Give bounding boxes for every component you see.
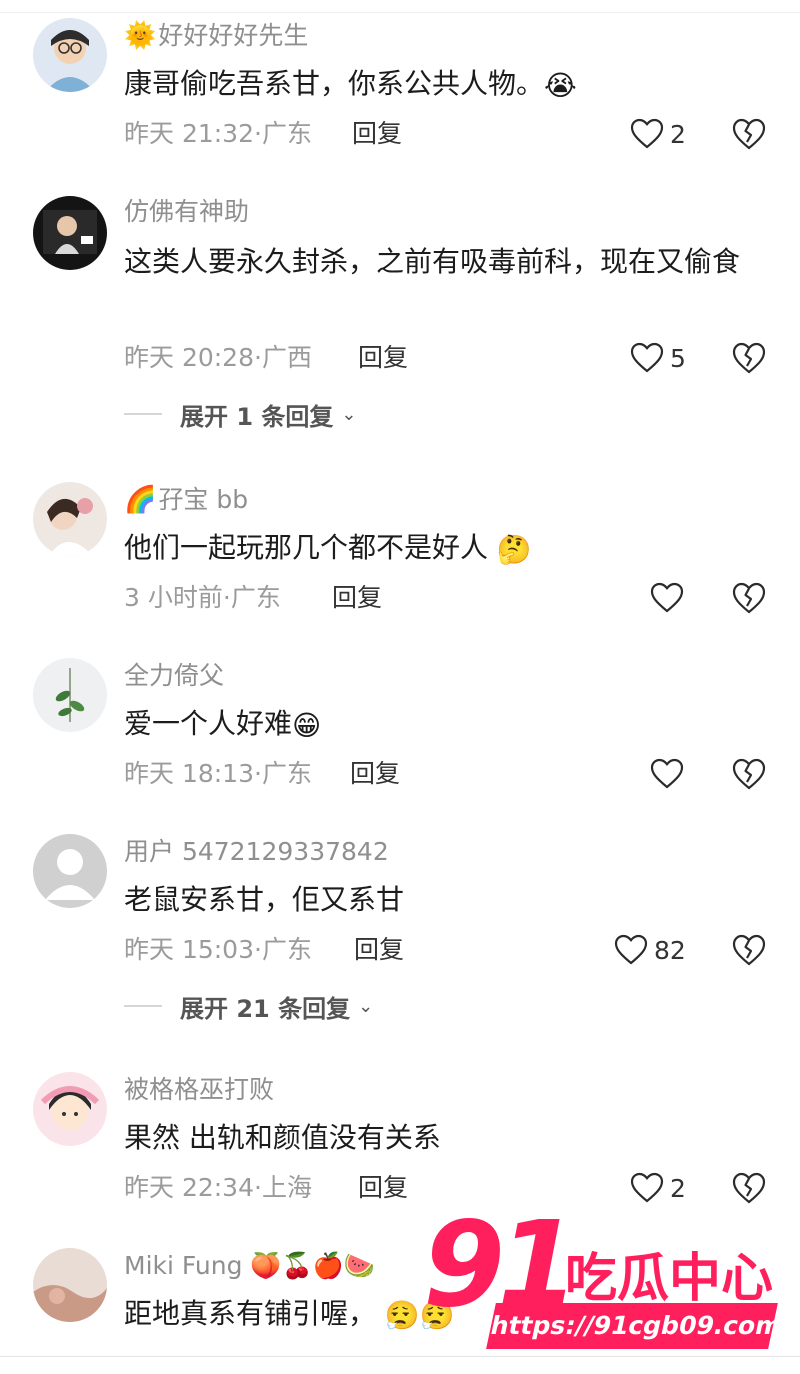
avatar[interactable] — [33, 658, 107, 732]
watermark-name: 吃瓜中心 — [565, 1249, 774, 1309]
comment-item: 用户 5472129337842 老鼠安系甘，佢又系甘 昨天 15:03·广东 … — [0, 822, 800, 1042]
avatar[interactable] — [33, 482, 107, 556]
broken-heart-icon[interactable] — [732, 117, 766, 151]
like-button[interactable]: 2 — [630, 1170, 686, 1206]
heart-icon — [630, 342, 664, 373]
comment-item: 🌞好好好好先生 康哥偷吃吾系甘，你系公共人物。😭 昨天 21:32·广东 回复 … — [0, 0, 800, 160]
fruit-emoji-icon: 🍑🍒🍎🍉 — [250, 1251, 375, 1280]
grinning-emoji-icon: 😁 — [292, 708, 322, 742]
avatar[interactable] — [33, 196, 107, 270]
username[interactable]: 🌞好好好好先生 — [124, 20, 308, 52]
username[interactable]: 🌈孖宝 bb — [124, 484, 248, 516]
comment-text: 这类人要永久封杀，之前有吸毒前科，现在又偷食 — [124, 245, 741, 278]
reply-button[interactable]: 回复 — [354, 934, 404, 966]
reply-button[interactable]: 回复 — [358, 1172, 408, 1204]
like-count: 2 — [670, 119, 686, 149]
comment-text: 他们一起玩那几个都不是好人 🤔 — [124, 523, 764, 574]
expand-replies-button[interactable]: 展开 1 条回复 ⌄ — [124, 398, 357, 431]
reply-button[interactable]: 回复 — [332, 582, 382, 614]
bottom-bar — [0, 1356, 800, 1374]
comment-text: 果然 出轨和颜值没有关系 — [124, 1121, 441, 1154]
broken-heart-icon[interactable] — [732, 341, 766, 375]
thinking-emoji-icon: 🤔 — [496, 532, 532, 566]
like-count: 2 — [670, 1173, 686, 1203]
sun-emoji-icon: 🌞 — [124, 21, 157, 51]
broken-heart-icon[interactable] — [732, 933, 766, 967]
comment-text: 老鼠安系甘，佢又系甘 — [124, 883, 405, 916]
like-button[interactable]: 2 — [630, 116, 686, 152]
comment-meta: 昨天 20:28·广西 — [124, 343, 312, 372]
like-count: 82 — [654, 935, 686, 965]
username[interactable]: 被格格巫打败 — [124, 1074, 274, 1106]
heart-icon — [650, 582, 684, 613]
chevron-down-icon: ⌄ — [358, 995, 374, 1017]
heart-icon — [630, 118, 664, 149]
like-button[interactable]: 82 — [614, 932, 686, 968]
watermark-logo: 91 吃瓜中心 https://91cgb09.com — [415, 1205, 785, 1355]
watermark-url: https://91cgb09.com — [486, 1303, 785, 1349]
username[interactable]: 仿佛有神助 — [124, 196, 249, 228]
comment-meta: 昨天 22:34·上海 — [124, 1173, 312, 1202]
comment-item: 被格格巫打败 果然 出轨和颜值没有关系 昨天 22:34·上海 回复 2 — [0, 1060, 800, 1220]
username[interactable]: 全力倚父 — [124, 660, 224, 692]
crying-emoji-icon: 😭 — [544, 68, 577, 102]
comment-item: 仿佛有神助 这类人要永久封杀，之前有吸毒前科，现在又偷食 昨天 20:28·广西… — [0, 180, 800, 440]
like-count: 5 — [670, 343, 686, 373]
comment-meta: 昨天 21:32·广东 — [124, 119, 312, 148]
heart-icon — [630, 1172, 664, 1203]
expand-divider — [124, 1005, 162, 1007]
broken-heart-icon[interactable] — [732, 757, 766, 791]
comment-meta: 3 小时前·广东 — [124, 583, 281, 612]
comment-meta: 昨天 15:03·广东 — [124, 935, 312, 964]
heart-icon — [650, 758, 684, 789]
expand-replies-button[interactable]: 展开 21 条回复 ⌄ — [124, 990, 374, 1023]
reply-button[interactable]: 回复 — [358, 342, 408, 374]
comment-text: 爱一个人好难😁 — [124, 699, 764, 750]
reply-button[interactable]: 回复 — [352, 118, 402, 150]
rainbow-emoji-icon: 🌈 — [124, 485, 157, 515]
like-button[interactable] — [650, 756, 684, 792]
chevron-down-icon: ⌄ — [341, 403, 357, 425]
broken-heart-icon[interactable] — [732, 581, 766, 615]
broken-heart-icon[interactable] — [732, 1171, 766, 1205]
like-button[interactable]: 5 — [630, 340, 686, 376]
comment-item: 🌈孖宝 bb 他们一起玩那几个都不是好人 🤔 3 小时前·广东 回复 — [0, 470, 800, 630]
avatar[interactable] — [33, 1072, 107, 1146]
username[interactable]: 用户 5472129337842 — [124, 836, 389, 868]
username[interactable]: Miki Fung 🍑🍒🍎🍉 — [124, 1250, 375, 1282]
comment-meta: 昨天 18:13·广东 — [124, 759, 312, 788]
avatar[interactable] — [33, 18, 107, 92]
avatar[interactable] — [33, 1248, 107, 1322]
heart-icon — [614, 934, 648, 965]
expand-divider — [124, 413, 162, 415]
comment-text: 康哥偷吃吾系甘，你系公共人物。😭 — [124, 59, 764, 110]
comment-item: 全力倚父 爱一个人好难😁 昨天 18:13·广东 回复 — [0, 646, 800, 806]
avatar[interactable] — [33, 834, 107, 908]
like-button[interactable] — [650, 580, 684, 616]
reply-button[interactable]: 回复 — [350, 758, 400, 790]
